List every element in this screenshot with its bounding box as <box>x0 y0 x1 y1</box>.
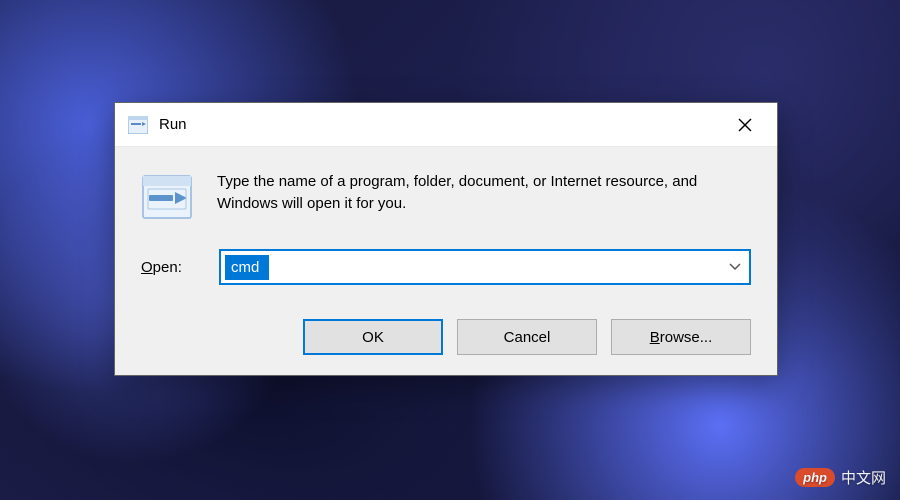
close-icon <box>738 118 752 132</box>
open-label: Open: <box>141 259 201 276</box>
dialog-description: Type the name of a program, folder, docu… <box>217 171 737 215</box>
watermark-badge: php <box>795 468 835 487</box>
watermark: php 中文网 <box>795 467 886 488</box>
dialog-title: Run <box>159 116 187 133</box>
browse-button[interactable]: Browse... <box>611 319 751 355</box>
open-input[interactable]: cmd <box>225 255 269 280</box>
chevron-down-icon[interactable] <box>721 260 749 274</box>
run-icon <box>127 114 149 136</box>
titlebar: Run <box>115 103 777 147</box>
ok-button[interactable]: OK <box>303 319 443 355</box>
dialog-body: Type the name of a program, folder, docu… <box>115 147 777 303</box>
watermark-text: 中文网 <box>841 467 886 488</box>
ok-button-label: OK <box>362 329 384 346</box>
run-icon-large <box>141 171 193 223</box>
cancel-button-label: Cancel <box>504 329 551 346</box>
cancel-button[interactable]: Cancel <box>457 319 597 355</box>
run-dialog: Run Type the name of a program, folder, … <box>114 102 778 376</box>
browse-button-label: Browse... <box>650 329 713 346</box>
close-button[interactable] <box>721 103 769 147</box>
button-strip: OK Cancel Browse... <box>115 303 777 375</box>
open-combobox[interactable]: cmd <box>219 249 751 285</box>
